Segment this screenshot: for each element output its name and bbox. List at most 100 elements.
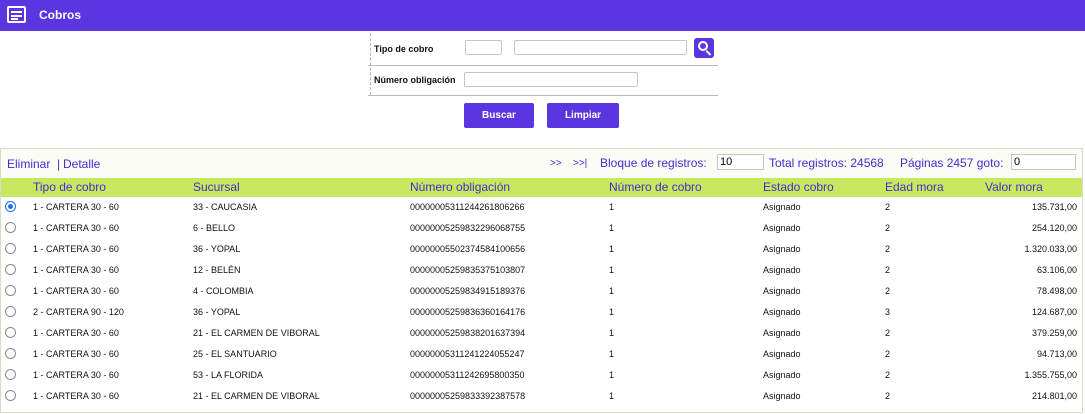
row-select-radio[interactable] xyxy=(5,222,16,233)
cell-numero-obligacion: 00000005502374584100656 xyxy=(410,244,526,254)
tipo-cobro-code-input[interactable] xyxy=(465,40,502,55)
header-estado-cobro[interactable]: Estado cobro xyxy=(763,180,834,194)
paginas-goto-label: Páginas 2457 goto: xyxy=(900,156,1004,170)
cell-edad-mora: 2 xyxy=(885,286,891,296)
row-select-radio[interactable] xyxy=(5,285,16,296)
cell-tipo-cobro: 1 - CARTERA 30 - 60 xyxy=(33,202,119,212)
tipo-cobro-description-input[interactable] xyxy=(514,40,687,55)
cell-valor-mora: 379.259,00 xyxy=(1031,328,1077,338)
table-row[interactable]: 1 - CARTERA 30 - 60 21 - EL CARMEN DE VIB… xyxy=(1,386,1082,407)
cell-sucursal: 4 - COLOMBIA xyxy=(193,286,254,296)
row-select-radio[interactable] xyxy=(5,369,16,380)
cell-valor-mora: 63.106,00 xyxy=(1036,265,1077,275)
cell-edad-mora: 2 xyxy=(885,370,891,380)
cell-valor-mora: 78.498,00 xyxy=(1036,286,1077,296)
table-row[interactable]: 1 - CARTERA 30 - 60 21 - EL CARMEN DE VIB… xyxy=(1,323,1082,344)
cell-valor-mora: 214.801,00 xyxy=(1031,391,1077,401)
next-page-link[interactable]: >> xyxy=(550,158,562,169)
cell-tipo-cobro: 1 - CARTERA 30 - 60 xyxy=(33,244,119,254)
cell-numero-obligacion: 00000005311242695800350 xyxy=(410,370,525,380)
row-select-radio[interactable] xyxy=(5,348,16,359)
bloque-registros-label: Bloque de registros: xyxy=(600,156,707,170)
numero-obligacion-input[interactable] xyxy=(464,72,638,87)
goto-page-input[interactable] xyxy=(1011,154,1076,170)
cell-estado-cobro: Asignado xyxy=(763,370,801,380)
table-row[interactable]: 1 - CARTERA 30 - 60 4 - COLOMBIA 000000052… xyxy=(1,281,1082,302)
header-edad-mora[interactable]: Edad mora xyxy=(885,180,944,194)
total-registros-label: Total registros: 24568 xyxy=(769,156,884,170)
bloque-registros-input[interactable] xyxy=(717,154,764,170)
buscar-button[interactable]: Buscar xyxy=(464,103,534,128)
form-separator xyxy=(368,65,718,66)
cell-tipo-cobro: 1 - CARTERA 30 - 60 xyxy=(33,370,119,380)
table-row[interactable]: 1 - CARTERA 30 - 60 36 - YOPAL 00000005502… xyxy=(1,239,1082,260)
cell-edad-mora: 2 xyxy=(885,202,891,212)
page-title: Cobros xyxy=(39,8,81,22)
cell-estado-cobro: Asignado xyxy=(763,265,801,275)
cell-sucursal: 33 - CAUCASIA xyxy=(193,202,258,212)
table-row[interactable]: 1 - CARTERA 30 - 60 25 - EL SANTUARIO 0000… xyxy=(1,344,1082,365)
header-tipo-cobro[interactable]: Tipo de cobro xyxy=(33,180,106,194)
cell-numero-obligacion: 00000005259833392387578 xyxy=(410,391,526,401)
top-bar: Cobros xyxy=(0,0,1085,31)
cell-numero-cobro: 1 xyxy=(609,223,615,233)
cell-tipo-cobro: 1 - CARTERA 30 - 60 xyxy=(33,349,119,359)
header-numero-cobro[interactable]: Número de cobro xyxy=(609,180,702,194)
cell-numero-obligacion: 00000005259834915189376 xyxy=(410,286,526,296)
row-select-radio[interactable] xyxy=(5,243,16,254)
filter-form: Tipo de cobro Número obligación xyxy=(368,33,718,97)
header-valor-mora[interactable]: Valor mora xyxy=(985,180,1043,194)
cell-sucursal: 12 - BELÉN xyxy=(193,265,241,275)
header-numero-obligacion[interactable]: Número obligación xyxy=(410,180,510,194)
cell-valor-mora: 135.731,00 xyxy=(1031,202,1077,212)
cell-numero-cobro: 1 xyxy=(609,286,615,296)
table-row[interactable]: 1 - CARTERA 30 - 60 6 - BELLO 000000052598… xyxy=(1,218,1082,239)
cell-tipo-cobro: 1 - CARTERA 30 - 60 xyxy=(33,265,119,275)
eliminar-link[interactable]: Eliminar xyxy=(7,157,50,171)
table-row[interactable]: 2 - CARTERA 90 - 120 36 - YOPAL 0000000525… xyxy=(1,302,1082,323)
table-row[interactable]: 1 - CARTERA 30 - 60 12 - BELÉN 00000005259… xyxy=(1,260,1082,281)
results-panel: Eliminar | Detalle >> >>| Bloque de regi… xyxy=(0,148,1083,413)
cell-numero-cobro: 1 xyxy=(609,349,615,359)
cell-sucursal: 21 - EL CARMEN DE VIBORAL xyxy=(193,328,320,338)
limpiar-button[interactable]: Limpiar xyxy=(547,103,619,128)
cell-numero-cobro: 1 xyxy=(609,244,615,254)
cell-edad-mora: 2 xyxy=(885,265,891,275)
cell-edad-mora: 2 xyxy=(885,349,891,359)
search-button[interactable] xyxy=(694,38,714,58)
last-page-link[interactable]: >>| xyxy=(573,158,587,169)
cell-sucursal: 36 - YOPAL xyxy=(193,307,241,317)
row-select-radio[interactable] xyxy=(5,306,16,317)
cell-tipo-cobro: 1 - CARTERA 30 - 60 xyxy=(33,328,119,338)
table-row[interactable]: 1 - CARTERA 30 - 60 53 - LA FLORIDA 000000… xyxy=(1,365,1082,386)
tipo-cobro-label: Tipo de cobro xyxy=(374,44,434,54)
cell-estado-cobro: Asignado xyxy=(763,286,801,296)
cell-tipo-cobro: 1 - CARTERA 30 - 60 xyxy=(33,391,119,401)
cell-numero-obligacion: 00000005259836360164176 xyxy=(410,307,526,317)
header-sucursal[interactable]: Sucursal xyxy=(193,180,240,194)
cell-numero-cobro: 1 xyxy=(609,328,615,338)
cell-estado-cobro: Asignado xyxy=(763,307,801,317)
cell-valor-mora: 94.713,00 xyxy=(1036,349,1077,359)
form-bottom-border xyxy=(368,95,718,96)
detalle-link[interactable]: Detalle xyxy=(63,157,100,171)
table-row[interactable]: 1 - CARTERA 30 - 60 33 - CAUCASIA 00000005… xyxy=(1,197,1082,218)
list-window-icon xyxy=(7,6,26,23)
row-select-radio[interactable] xyxy=(5,264,16,275)
cell-numero-cobro: 1 xyxy=(609,391,615,401)
cell-estado-cobro: Asignado xyxy=(763,328,801,338)
cell-estado-cobro: Asignado xyxy=(763,202,801,212)
row-select-radio[interactable] xyxy=(5,201,16,212)
row-select-radio[interactable] xyxy=(5,327,16,338)
cell-numero-obligacion: 00000005259832296068755 xyxy=(410,223,526,233)
table-header: Tipo de cobro Sucursal Número obligación… xyxy=(1,178,1082,197)
row-select-radio[interactable] xyxy=(5,390,16,401)
cell-sucursal: 25 - EL SANTUARIO xyxy=(193,349,277,359)
toolbar-separator: | xyxy=(57,157,61,171)
cell-sucursal: 6 - BELLO xyxy=(193,223,236,233)
table-body: 1 - CARTERA 30 - 60 33 - CAUCASIA 00000005… xyxy=(1,197,1082,407)
results-toolbar: Eliminar | Detalle >> >>| Bloque de regi… xyxy=(1,149,1082,178)
form-divider xyxy=(370,33,371,95)
numero-obligacion-label: Número obligación xyxy=(374,75,456,85)
cell-numero-obligacion: 00000005259838201637394 xyxy=(410,328,526,338)
